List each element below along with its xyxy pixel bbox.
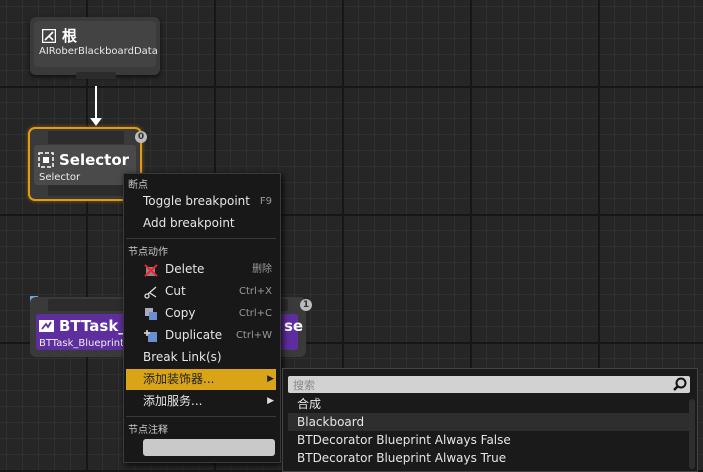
connection-arrow: [90, 118, 102, 126]
selector-node-subtitle: Selector: [39, 172, 81, 183]
root-node-subtitle: AIRoberBlackboardData: [39, 46, 158, 57]
submenu-scrollbar[interactable]: [689, 399, 695, 469]
root-branch-icon: [42, 28, 56, 43]
delete-icon: [144, 263, 158, 277]
task-title-tail: se: [284, 317, 304, 335]
selector-node-title: Selector: [38, 151, 129, 169]
root-title-text: 根: [62, 27, 78, 45]
submenu-arrow-icon: ▶: [267, 396, 274, 406]
root-node-title: 根: [42, 25, 77, 46]
delete-label: Delete: [165, 262, 205, 276]
connection-wire: [95, 86, 97, 120]
submenu-item-always-false[interactable]: BTDecorator Blueprint Always False: [288, 431, 690, 449]
node-comment-input[interactable]: [143, 439, 275, 456]
duplicate-label: Duplicate: [165, 328, 223, 342]
add-breakpoint-label: Add breakpoint: [143, 216, 235, 230]
search-input[interactable]: 搜索: [288, 376, 690, 393]
task-node-subtitle: BTTask_Blueprint: [39, 338, 124, 349]
menu-divider: [126, 238, 276, 239]
section-breakpoint: 断点: [128, 180, 148, 191]
context-menu: 断点 Toggle breakpoint F9 Add breakpoint 节…: [123, 173, 281, 463]
submenu-item-label: BTDecorator Blueprint Always True: [297, 451, 507, 465]
section-node-actions: 节点动作: [128, 247, 168, 258]
delete-item[interactable]: Delete 删除: [126, 259, 276, 280]
copy-label: Copy: [165, 306, 196, 320]
selector-title-text: Selector: [59, 151, 130, 169]
submenu-item-always-true[interactable]: BTDecorator Blueprint Always True: [288, 449, 690, 467]
task-title-text: BTTask_: [59, 317, 126, 335]
break-links-item[interactable]: Break Link(s): [126, 347, 276, 368]
selector-order-badge: 0: [135, 131, 147, 143]
duplicate-shortcut: Ctrl+W: [235, 330, 272, 341]
submenu-item-label: BTDecorator Blueprint Always False: [297, 433, 511, 447]
copy-icon: [144, 307, 158, 321]
search-placeholder: 搜索: [293, 379, 315, 392]
copy-item[interactable]: Copy Ctrl+C: [126, 303, 276, 324]
add-service-item[interactable]: 添加服务... ▶: [126, 391, 276, 412]
task-icon: [39, 320, 54, 332]
cut-label: Cut: [165, 284, 186, 298]
root-node[interactable]: 根 AIRoberBlackboardData: [30, 17, 160, 79]
submenu-item-label: Blackboard: [297, 415, 365, 429]
cut-shortcut: Ctrl+X: [238, 286, 272, 297]
add-decorator-label: 添加装饰器...: [143, 372, 215, 386]
task-node-title: BTTask_: [39, 317, 126, 335]
submenu-item-blackboard[interactable]: Blackboard: [288, 413, 690, 431]
selector-icon: [38, 152, 54, 168]
delete-shortcut: 删除: [252, 264, 272, 275]
toggle-breakpoint-label: Toggle breakpoint: [143, 194, 250, 208]
add-decorator-item[interactable]: 添加装饰器... ▶: [126, 369, 276, 390]
selector-output-pin[interactable]: [48, 185, 124, 196]
duplicate-item[interactable]: Duplicate Ctrl+W: [126, 325, 276, 346]
task-order-badge: 1: [300, 299, 312, 311]
search-icon[interactable]: [673, 377, 687, 391]
submenu-category-composite[interactable]: 合成: [288, 395, 690, 413]
root-output-pin[interactable]: [76, 72, 116, 79]
scissors-icon: [144, 285, 158, 299]
toggle-breakpoint-item[interactable]: Toggle breakpoint F9: [126, 191, 276, 212]
selector-input-pin[interactable]: [48, 131, 124, 144]
decorator-submenu: 搜索 合成 Blackboard BTDecorator Blueprint A…: [282, 368, 698, 472]
toggle-breakpoint-shortcut: F9: [259, 196, 272, 207]
add-service-label: 添加服务...: [143, 394, 203, 408]
add-breakpoint-item[interactable]: Add breakpoint: [126, 213, 276, 234]
section-node-comment: 节点注释: [128, 425, 168, 436]
duplicate-icon: [144, 329, 158, 343]
menu-divider: [126, 416, 276, 417]
copy-shortcut: Ctrl+C: [238, 308, 272, 319]
cut-item[interactable]: Cut Ctrl+X: [126, 281, 276, 302]
break-links-label: Break Link(s): [143, 350, 222, 364]
submenu-item-label: 合成: [297, 397, 322, 411]
submenu-arrow-icon: ▶: [267, 374, 274, 384]
